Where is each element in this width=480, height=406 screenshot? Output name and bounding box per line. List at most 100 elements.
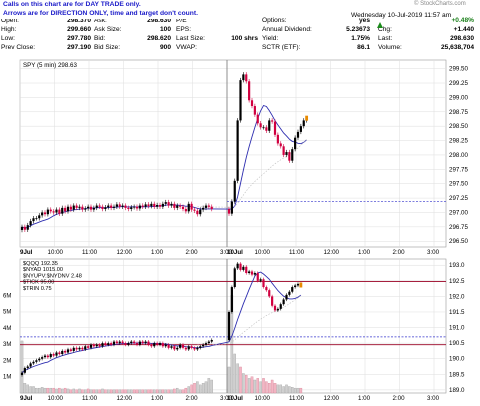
candle-body: [61, 350, 64, 355]
volume-bar: [95, 389, 99, 394]
candle-body: [196, 210, 199, 215]
candle-body: [118, 204, 121, 207]
candle-body: [262, 279, 265, 288]
volume-bar: [61, 388, 64, 394]
volume-bar: [55, 388, 58, 394]
volume-bar: [38, 387, 41, 394]
volume-bar: [127, 389, 130, 394]
candle-body: [26, 225, 29, 230]
candle-body: [84, 208, 87, 210]
candle-body: [236, 120, 239, 181]
plot-frame: [19, 59, 447, 248]
x-tick-label: 11:00: [289, 249, 305, 256]
candle-body: [190, 203, 193, 210]
candle-body: [92, 344, 95, 347]
candle-body: [187, 346, 190, 350]
candle-body: [81, 206, 84, 210]
volume-bar: [290, 387, 294, 394]
candle-body: [49, 354, 52, 358]
volume-bar: [170, 389, 173, 394]
volume-bar: [26, 384, 29, 394]
charts-svg: 296.50 296.75 297.00 297.25 297.50 297.75 298.…: [3, 59, 468, 402]
candle-body: [153, 343, 156, 347]
candle-body: [121, 205, 124, 207]
x-tick-label: 1:00: [151, 249, 164, 256]
volume-bar: [267, 383, 271, 394]
x-tick-label: 12:00: [117, 395, 133, 402]
candle-body: [268, 290, 271, 297]
candle-body: [268, 120, 271, 131]
volume-bar: [89, 389, 93, 394]
volume-bar: [158, 389, 162, 394]
candle-body: [161, 343, 164, 347]
candle-body: [279, 304, 282, 309]
volume-bar: [273, 383, 277, 394]
candle-body: [245, 266, 248, 274]
candle-body: [130, 341, 133, 344]
candle-body: [170, 346, 173, 348]
volume-bar: [201, 383, 205, 394]
x-tick-label: 11:00: [82, 395, 98, 402]
candle-body: [207, 205, 210, 207]
x-tick-label: 12:00: [117, 249, 133, 256]
candle-body: [75, 347, 78, 350]
candle-body: [124, 343, 127, 345]
last-candle-marker: [305, 115, 309, 121]
volume-bar: [187, 386, 190, 394]
candle-body: [250, 100, 254, 107]
volume-bar: [20, 340, 24, 394]
candle-body: [210, 340, 213, 342]
x-tick-label: 2:00: [186, 395, 199, 402]
candle-body: [285, 294, 288, 300]
candle-body: [20, 226, 24, 230]
volume-bar: [207, 378, 211, 394]
candle-body: [89, 344, 93, 348]
chart-note: Calls on this chart are for DAY TRADE on…: [1, 0, 200, 20]
volume-bar: [32, 386, 35, 394]
candle-body: [69, 206, 72, 210]
y-tick-label: 193.0: [449, 262, 465, 269]
x-tick-label: 1:00: [358, 395, 371, 402]
volume-bar: [52, 387, 55, 394]
volume-bar: [147, 389, 150, 394]
candle-body: [204, 205, 208, 208]
volume-bar: [124, 389, 127, 394]
volume-bar: [181, 389, 185, 394]
volume-bar: [98, 389, 101, 394]
candle-body: [156, 343, 159, 345]
volume-bar: [129, 389, 133, 394]
y-tick-label: 297.00: [449, 209, 468, 216]
candle-body: [282, 299, 285, 305]
volume-tick-label: 3M: [3, 342, 11, 348]
candle-body: [230, 201, 233, 214]
candle-body: [124, 205, 127, 208]
y-tick-label: 297.75: [449, 166, 468, 173]
y-tick-label: 296.75: [449, 224, 468, 231]
volume-bar: [81, 389, 84, 394]
volume-bar: [253, 379, 257, 394]
candle-body: [101, 206, 104, 210]
candle-body: [150, 344, 153, 347]
volume-bar: [270, 379, 274, 394]
x-tick-label: 2:00: [186, 249, 199, 256]
volume-bar: [250, 376, 254, 394]
candle-body: [43, 355, 47, 358]
chart-stage: Open: 298.370 High: 299.660 Low: 297.780 Prev …: [0, 0, 480, 406]
volume-bar: [239, 366, 242, 394]
candle-body: [61, 207, 64, 214]
volume-bar: [141, 389, 144, 394]
x-tick-label: 9Jul: [20, 395, 33, 402]
volume-bar: [92, 389, 96, 394]
candle-body: [92, 207, 95, 210]
volume-bar: [43, 387, 47, 394]
candle-body: [118, 341, 121, 344]
y-tick-label: 297.50: [449, 181, 468, 188]
volume-bar: [227, 366, 231, 394]
x-tick-label: 10:00: [255, 395, 271, 402]
candle-body: [294, 285, 297, 288]
volume-bar: [144, 389, 147, 394]
volume-bar: [112, 389, 116, 394]
candle-body: [133, 206, 136, 208]
candle-body: [121, 341, 124, 344]
volume-tick-label: 4M: [3, 326, 11, 332]
